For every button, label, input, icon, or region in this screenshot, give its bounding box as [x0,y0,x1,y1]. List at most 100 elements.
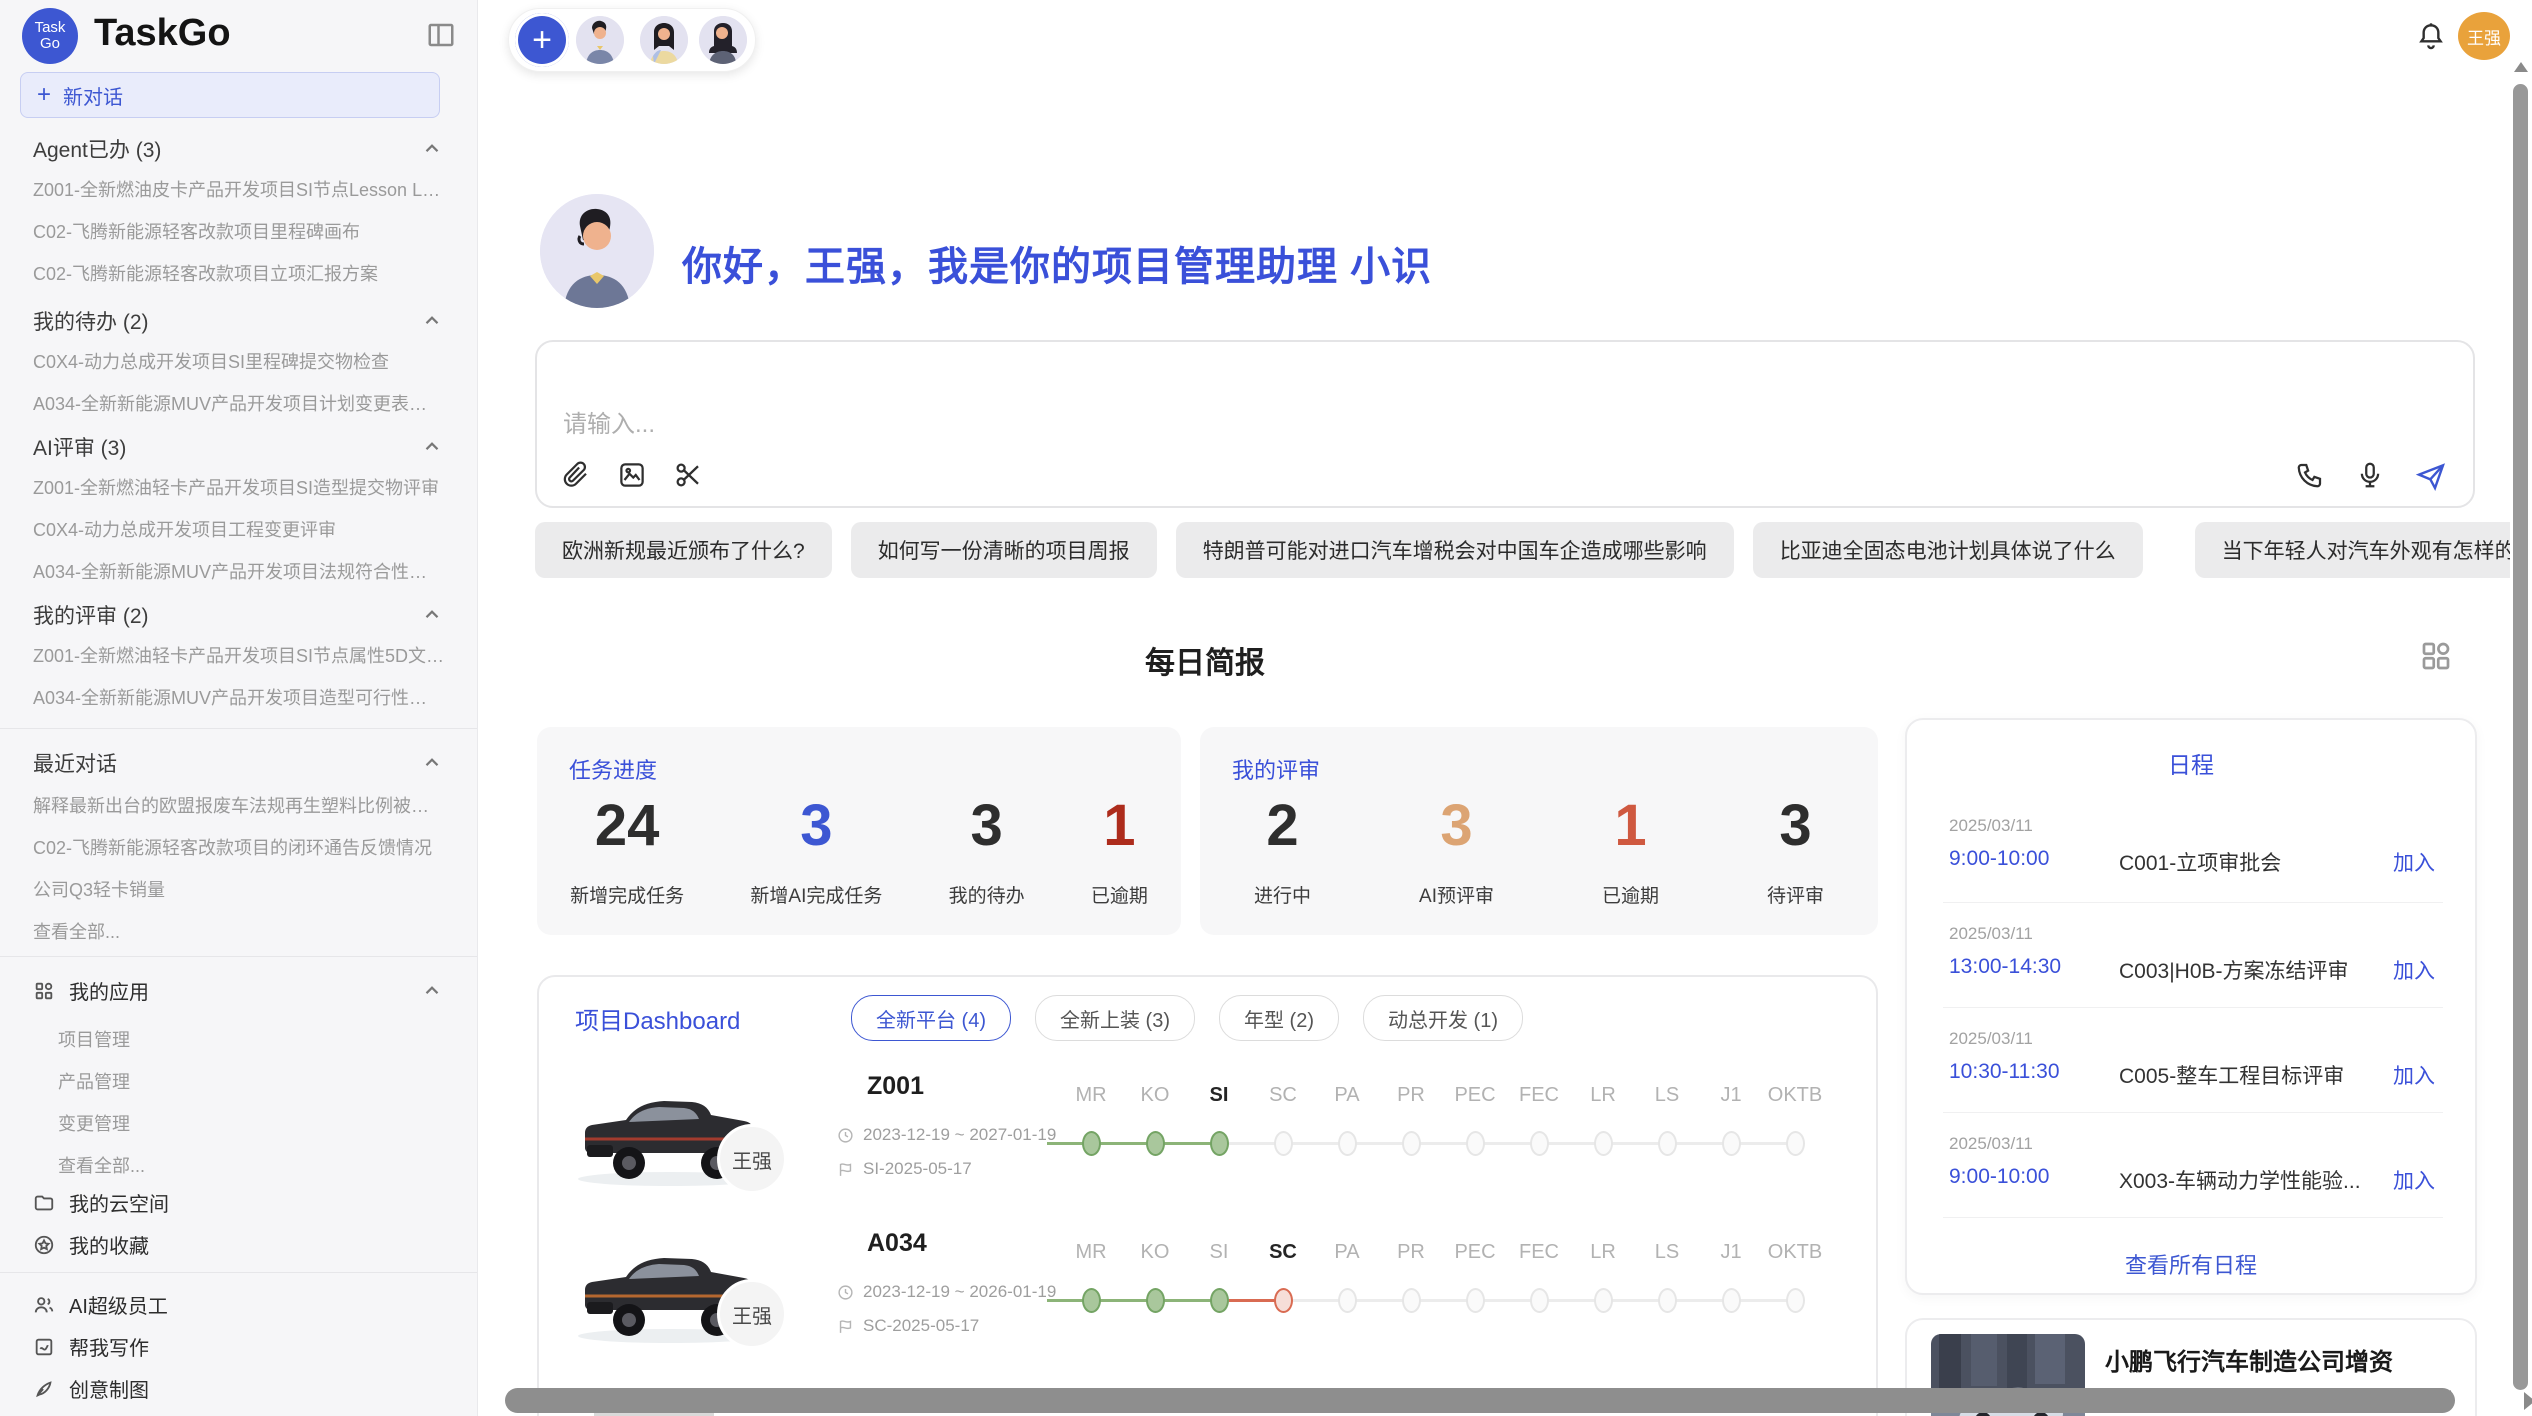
list-item[interactable]: 公司Q3轻卡销量 [33,876,445,902]
milestone-node [1146,1288,1165,1313]
stat-label: AI预评审 [1419,881,1494,908]
image-icon[interactable] [617,460,647,490]
view-all-link[interactable]: 查看全部... [33,918,445,944]
join-link[interactable]: 加入 [2393,955,2435,985]
chevron-up-icon[interactable] [421,604,443,626]
list-item[interactable]: 解释最新出台的欧盟报废车法规再生塑料比例被调至15%... [33,792,445,818]
stat-value: 3 [970,797,1002,855]
avatar[interactable] [640,16,688,64]
milestone-label: FEC [1519,1084,1559,1112]
scroll-up-arrow[interactable] [2514,62,2528,72]
section-ai-review: AI评审 (3) [33,432,443,462]
greeting-text: 你好，王强，我是你的项目管理助理 小识 [682,234,1432,292]
list-item[interactable]: Z001-全新燃油轻卡产品开发项目SI造型提交物评审 [33,474,445,500]
user-avatar[interactable]: 王强 [2458,12,2510,60]
view-all-link[interactable]: 查看全部... [58,1152,446,1178]
list-item[interactable]: A034-全新新能源MUV产品开发项目计划变更表编写 [33,390,445,416]
milestone-node [1466,1131,1485,1156]
app-title: TaskGo [94,12,231,55]
stat-value: 1 [1614,797,1646,855]
list-item[interactable]: C02-飞腾新能源轻客改款项目的闭环通告反馈情况 [33,834,445,860]
milestone-track: MRKOSISCPAPRPECFECLRLSJ1OKTB [1059,1084,1827,1156]
chevron-up-icon[interactable] [421,436,443,458]
schedule-time: 9:00-10:00 [1949,847,2049,871]
chevron-up-icon[interactable] [421,980,443,1002]
chevron-up-icon[interactable] [421,752,443,774]
agent-switcher: + [508,8,756,72]
list-item[interactable]: A034-全新新能源MUV产品开发项目法规符合性评审 [33,558,445,584]
add-agent-button[interactable]: + [515,13,569,67]
vertical-scrollbar[interactable] [2513,84,2528,1390]
divider [1943,1007,2443,1008]
scissors-icon[interactable] [673,460,703,490]
scroll-right-arrow[interactable] [2524,1392,2532,1410]
list-item[interactable]: 产品管理 [58,1068,446,1094]
milestone-node [1146,1131,1165,1156]
horizontal-scrollbar[interactable] [505,1388,2455,1413]
sidebar-item-favorites[interactable]: 我的收藏 [33,1230,443,1259]
send-icon[interactable] [2415,460,2445,490]
sidebar-item-creative-draw[interactable]: 创意制图 [33,1374,443,1403]
attachment-icon[interactable] [561,460,591,490]
avatar[interactable] [576,16,624,64]
milestone-mr: MR [1059,1084,1123,1156]
milestone-label: PA [1334,1241,1359,1269]
list-item[interactable]: C0X4-动力总成开发项目SI里程碑提交物检查 [33,348,445,374]
suggestion-chip[interactable]: 比亚迪全固态电池计划具体说了什么 [1753,522,2143,578]
filter-tab[interactable]: 年型 (2) [1219,995,1339,1041]
sidebar-collapse-icon[interactable] [426,20,456,50]
logo-line2: Go [40,36,60,52]
microphone-icon[interactable] [2355,460,2385,490]
milestone-label: LS [1655,1241,1679,1269]
list-item[interactable]: C0X4-动力总成开发项目工程变更评审 [33,516,445,542]
chevron-up-icon[interactable] [421,138,443,160]
dashboard-filters: 全新平台 (4) 全新上装 (3) 年型 (2) 动总开发 (1) [851,995,1523,1041]
list-item[interactable]: C02-飞腾新能源轻客改款项目立项汇报方案 [33,260,445,286]
suggestion-chip[interactable]: 如何写一份清晰的项目周报 [851,522,1157,578]
sidebar-item-cloud-space[interactable]: 我的云空间 [33,1188,443,1217]
phone-icon[interactable] [2295,460,2325,490]
chat-input[interactable]: 请输入... [563,404,655,439]
star-badge-icon [33,1234,55,1256]
filter-tab[interactable]: 全新平台 (4) [851,995,1011,1041]
milestone-node [1466,1288,1485,1313]
suggestion-chip[interactable]: 当下年轻人对汽车外观有怎样的喜好趋势 [2195,522,2532,578]
layout-grid-icon[interactable] [2418,638,2454,674]
divider [0,956,477,957]
milestone-ls: LS [1635,1241,1699,1313]
list-item[interactable]: C02-飞腾新能源轻客改款项目里程碑画布 [33,218,445,244]
list-item[interactable]: 项目管理 [58,1026,446,1052]
suggestion-chip[interactable]: 欧洲新规最近颁布了什么? [535,522,832,578]
milestone-pec: PEC [1443,1084,1507,1156]
milestone-label: MR [1075,1084,1106,1112]
view-all-schedule-link[interactable]: 查看所有日程 [1907,1248,2475,1280]
new-chat-button[interactable]: + 新对话 [20,72,440,118]
join-link[interactable]: 加入 [2393,1165,2435,1195]
chevron-up-icon[interactable] [421,310,443,332]
divider [1943,902,2443,903]
sidebar-item-my-apps[interactable]: 我的应用 [33,976,443,1005]
list-item[interactable]: Z001-全新燃油轻卡产品开发项目SI节点属性5D文件评审 [33,642,445,668]
milestone-label: KO [1141,1241,1170,1269]
notification-bell-icon[interactable] [2415,20,2447,52]
sidebar-item-label: 我的收藏 [69,1230,149,1259]
join-link[interactable]: 加入 [2393,847,2435,877]
list-item[interactable]: A034-全新新能源MUV产品开发项目造型可行性评审 [33,684,445,710]
avatar[interactable] [699,16,747,64]
sidebar-item-label: 我的应用 [69,976,149,1005]
stat-label: 待评审 [1767,881,1824,908]
sidebar-item-label: 创意制图 [69,1374,149,1403]
milestone-label: LR [1590,1241,1616,1269]
sidebar-item-ai-employee[interactable]: AI超级员工 [33,1290,443,1319]
sidebar-item-help-write[interactable]: 帮我写作 [33,1332,443,1361]
join-link[interactable]: 加入 [2393,1060,2435,1090]
filter-tab[interactable]: 全新上装 (3) [1035,995,1195,1041]
card-title: 任务进度 [569,753,657,785]
list-item[interactable]: Z001-全新燃油皮卡产品开发项目SI节点Lesson Learn报告 [33,176,445,202]
filter-tab[interactable]: 动总开发 (1) [1363,995,1523,1041]
suggestion-chip[interactable]: 特朗普可能对进口汽车增税会对中国车企造成哪些影响 [1176,522,1734,578]
divider [1943,1217,2443,1218]
milestone-lr: LR [1571,1084,1635,1156]
stat-overdue: 1 已逾期 [1091,797,1148,908]
list-item[interactable]: 变更管理 [58,1110,446,1136]
